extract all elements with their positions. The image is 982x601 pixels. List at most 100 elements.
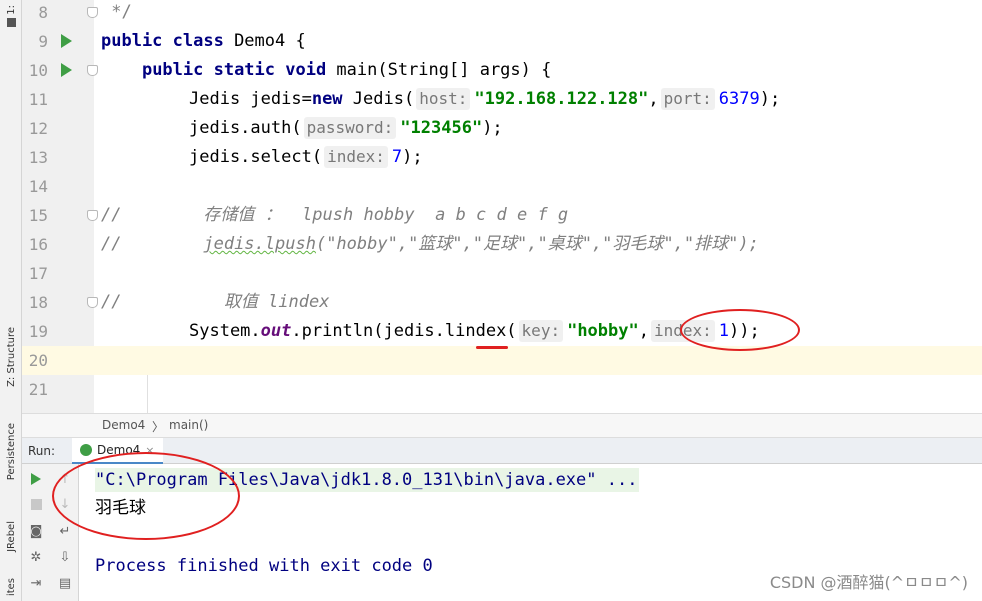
code-fragment: )); — [729, 321, 760, 341]
code-text: Jedis jedis=new Jedis(host: "192.168.122.… — [189, 85, 780, 114]
code-line-14[interactable]: 14 — [22, 172, 982, 201]
code-line-8[interactable]: 8 */ — [22, 0, 982, 27]
rerun-icon — [31, 473, 41, 485]
indent-guide — [147, 375, 148, 413]
exit-icon: ⇥ — [30, 575, 42, 591]
code-line-11[interactable]: 11 Jedis jedis=new Jedis(host: "192.168.1… — [22, 85, 982, 114]
param-hint-password: password: — [303, 117, 397, 139]
line-number: 16 — [28, 235, 48, 254]
breadcrumb-class[interactable]: Demo4 — [102, 418, 145, 432]
close-icon[interactable]: × — [145, 444, 154, 457]
code-fragment: ); — [759, 89, 781, 109]
soft-wrap-button[interactable]: ↵ — [56, 522, 74, 540]
comment-text: // 存储值 ： lpush hobby a b c d e f g — [101, 205, 569, 225]
line-number: 17 — [28, 264, 48, 283]
comment-text: // jedis.lpush("hobby","篮球","足球","桌球","羽… — [101, 230, 759, 259]
camera-icon: ◙ — [29, 523, 43, 539]
up-stack-button[interactable]: ↑ — [56, 470, 74, 488]
debug-button[interactable]: ✲ — [27, 548, 45, 566]
run-tab-label: Demo4 — [97, 443, 141, 457]
code-line-15[interactable]: 15 // 存储值 ： lpush hobby a b c d e f g — [22, 201, 982, 230]
fold-marker-icon[interactable] — [87, 297, 98, 308]
rerun-button[interactable] — [27, 470, 45, 488]
down-stack-button[interactable]: ↓ — [56, 495, 74, 513]
identifier: Demo4 { — [234, 31, 306, 51]
console-command-line: "C:\Program Files\Java\jdk1.8.0_131\bin\… — [95, 468, 640, 492]
fold-marker-icon[interactable] — [87, 7, 98, 18]
code-fragment: .println(jedis.lindex( — [291, 321, 517, 341]
string-literal: "192.168.122.128" — [474, 89, 649, 109]
code-line-19[interactable]: 19 System.out.println(jedis.lindex(key: "… — [22, 317, 982, 346]
stop-button[interactable] — [27, 495, 45, 513]
up-arrow-icon: ↑ — [59, 471, 71, 487]
run-panel-header: Run: Demo4 × — [22, 438, 982, 464]
line-number: 19 — [28, 322, 48, 341]
number-literal: 1 — [718, 321, 730, 341]
param-hint-host: host: — [416, 88, 471, 110]
structure-tab-label: Z: Structure — [5, 327, 17, 387]
project-tab-label: 1: — [5, 5, 17, 15]
code-line-12[interactable]: 12 jedis.auth(password: "123456"); — [22, 114, 982, 143]
line-number: 15 — [28, 206, 48, 225]
keyword: public static void — [141, 60, 337, 80]
param-hint-port: port: — [660, 88, 715, 110]
fold-marker-icon[interactable] — [87, 210, 98, 221]
red-underline-annotation — [476, 346, 508, 349]
persistence-tab-label: Persistence — [5, 423, 17, 481]
dump-threads-button[interactable]: ◙ — [27, 522, 45, 540]
breadcrumb-method[interactable]: main() — [169, 418, 208, 432]
comment-text: // 取值 lindex — [101, 292, 330, 312]
run-class-icon[interactable] — [61, 34, 72, 48]
print-icon: ▤ — [58, 575, 72, 591]
persistence-tab[interactable]: Persistence — [2, 410, 20, 494]
favorites-tab[interactable]: ites — [2, 574, 20, 600]
code-fragment: ); — [482, 118, 503, 138]
comment-fragment: jedis.lpush — [203, 234, 316, 254]
breadcrumb-separator: 〉 — [152, 420, 165, 434]
string-literal: "hobby" — [567, 321, 639, 341]
console-program-output: 羽毛球 — [95, 498, 146, 518]
code-fragment: System. — [189, 321, 261, 341]
line-number: 10 — [28, 61, 48, 80]
line-number: 20 — [28, 351, 48, 370]
watermark: CSDN @酒醉猫(^ㅁㅁㅁ^) — [769, 573, 968, 592]
run-tab-demo4[interactable]: Demo4 × — [72, 438, 163, 464]
code-line-18[interactable]: 18 // 取值 lindex — [22, 288, 982, 317]
code-line-16[interactable]: 16 // jedis.lpush("hobby","篮球","足球","桌球"… — [22, 230, 982, 259]
stop-icon — [30, 498, 42, 510]
identifier: main(String[] args) { — [336, 60, 552, 80]
fold-marker-icon[interactable] — [87, 65, 98, 76]
keyword: new — [311, 89, 353, 109]
code-line-9[interactable]: 9 public class Demo4 { — [22, 27, 982, 56]
print-button[interactable]: ▤ — [56, 574, 74, 592]
line-number: 13 — [28, 148, 48, 167]
code-fragment: ); — [402, 147, 423, 167]
jrebel-tab[interactable]: JRebel — [2, 506, 20, 566]
code-line-20[interactable]: 20 — [22, 346, 982, 375]
code-fragment: Jedis jedis= — [189, 89, 312, 109]
scroll-to-end-button[interactable]: ⇩ — [56, 548, 74, 566]
code-line-17[interactable]: 17 — [22, 259, 982, 288]
param-hint-index: index: — [324, 146, 388, 168]
code-text: public class Demo4 { — [101, 27, 306, 56]
comment-fragment: // — [101, 234, 204, 254]
exit-button[interactable]: ⇥ — [27, 574, 45, 592]
run-method-icon[interactable] — [61, 63, 72, 77]
static-field: out — [260, 321, 292, 341]
project-tab[interactable]: 1: — [2, 2, 20, 30]
line-number: 12 — [28, 119, 48, 138]
run-label: Run: — [28, 444, 56, 458]
code-text: public static void main(String[] args) { — [101, 56, 551, 85]
code-fragment: Jedis( — [352, 89, 415, 109]
comment-fragment: ("hobby","篮球","足球","桌球","羽毛球","排球"); — [315, 234, 759, 254]
soft-wrap-icon: ↵ — [59, 523, 71, 539]
number-literal: 7 — [391, 147, 403, 167]
structure-tab[interactable]: Z: Structure — [2, 312, 20, 402]
code-text: System.out.println(jedis.lindex(key: "hob… — [189, 317, 760, 346]
code-line-10[interactable]: 10 public static void main(String[] args… — [22, 56, 982, 85]
code-line-21[interactable]: 21 — [22, 375, 982, 404]
line-number: 21 — [28, 380, 48, 399]
code-editor[interactable]: 8 */ 9 public class Demo4 { 10 public st… — [22, 0, 982, 413]
code-line-13[interactable]: 13 jedis.select(index: 7); — [22, 143, 982, 172]
string-literal: "123456" — [400, 118, 483, 138]
